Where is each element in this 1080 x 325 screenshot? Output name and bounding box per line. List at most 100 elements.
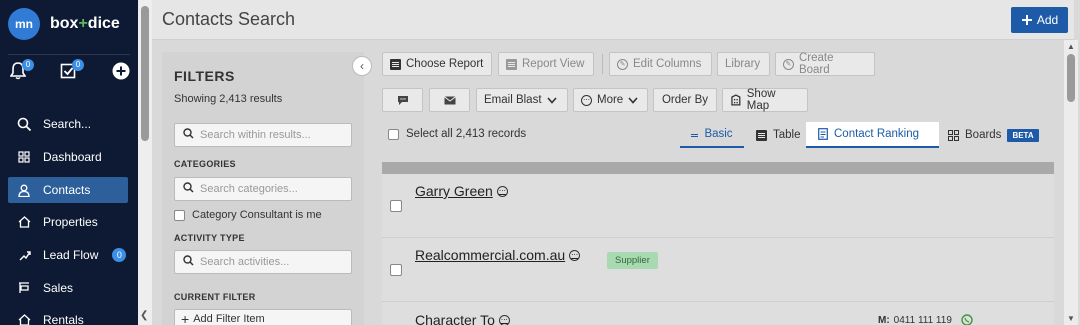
- email-button[interactable]: [429, 88, 470, 112]
- order-by-button[interactable]: Order By: [653, 88, 717, 112]
- main-scroll-thumb[interactable]: [1067, 54, 1075, 102]
- report-icon: [506, 58, 517, 70]
- create-board-label: Create Board: [798, 52, 834, 76]
- nav-actions: 0 0: [8, 59, 132, 86]
- nav-scroll-thumb[interactable]: [141, 6, 149, 141]
- email-blast-label: Email Blast: [484, 94, 542, 106]
- categories-label: CATEGORIES: [174, 159, 236, 169]
- activity-type-label: ACTIVITY TYPE: [174, 233, 245, 243]
- email-blast-dropdown[interactable]: Email Blast: [476, 88, 568, 112]
- contact-row[interactable]: Character To ⋯ M: 0411 111 119: [382, 302, 1054, 325]
- list-header-bar: [382, 162, 1054, 174]
- app-logo[interactable]: mn: [8, 8, 40, 40]
- supplier-tag: Supplier: [607, 252, 658, 269]
- contact-row[interactable]: Realcommercial.com.au ⋯ Supplier: [382, 238, 1054, 302]
- tab-boards[interactable]: Boards BETA: [948, 122, 1039, 148]
- nav-item-dashboard[interactable]: Dashboard: [8, 144, 128, 170]
- nav-item-label: Properties: [43, 215, 98, 229]
- phone-number: 0411 111 119: [893, 315, 952, 325]
- house-icon: [15, 314, 33, 325]
- notifications-button[interactable]: 0: [9, 59, 34, 84]
- activities-search-input[interactable]: Search activities...: [174, 250, 352, 274]
- nav-item-sales[interactable]: Sales: [8, 275, 128, 301]
- chat-bubble-icon: [397, 95, 408, 105]
- sms-button[interactable]: [382, 88, 423, 112]
- checkbox[interactable]: [174, 209, 185, 221]
- more-dots-icon[interactable]: ⋯: [498, 314, 510, 325]
- more-dots-icon: ⋯: [581, 94, 592, 106]
- results-count: Showing 2,413 results: [174, 93, 283, 105]
- tasks-button[interactable]: 0: [60, 59, 84, 84]
- row-checkbox[interactable]: [390, 264, 402, 276]
- phone-type-label: M:: [878, 315, 890, 325]
- tab-basic[interactable]: Basic: [680, 122, 744, 148]
- contact-name[interactable]: Character To: [415, 312, 495, 325]
- toolbar-divider: [602, 54, 603, 74]
- tab-table[interactable]: Table: [756, 122, 801, 148]
- pencil-icon: ✎: [617, 58, 628, 70]
- contact-row[interactable]: Garry Green ⋯: [382, 174, 1054, 238]
- arrow-down-icon[interactable]: ▼: [1067, 314, 1075, 323]
- add-button-label: Add: [1036, 13, 1059, 27]
- nav-item-rentals[interactable]: Rentals: [8, 307, 128, 325]
- nav-item-lead-flow[interactable]: Lead Flow 0: [8, 242, 128, 268]
- add-filter-button[interactable]: + Add Filter Item: [174, 309, 352, 325]
- contact-name[interactable]: Garry Green: [415, 183, 493, 199]
- plus-icon: [1021, 15, 1032, 25]
- consultant-filter-checkbox[interactable]: Category Consultant is me: [174, 209, 322, 221]
- tab-contact-ranking[interactable]: Contact Ranking: [806, 122, 939, 148]
- nav-item-properties[interactable]: Properties: [8, 209, 128, 235]
- filters-title: FILTERS: [174, 68, 235, 84]
- add-button[interactable]: Add: [1011, 7, 1068, 33]
- contact-phone[interactable]: M: 0411 111 119: [878, 315, 952, 325]
- tab-table-label: Table: [773, 129, 801, 141]
- library-label: Library: [725, 58, 761, 70]
- select-all-checkbox[interactable]: Select all 2,413 records: [388, 128, 526, 140]
- show-map-button[interactable]: Show Map: [722, 88, 808, 112]
- activities-search-placeholder: Search activities...: [200, 256, 290, 268]
- nav-item-label: Rentals: [43, 313, 84, 325]
- collapse-filters-button[interactable]: ‹: [352, 56, 372, 76]
- more-dots-icon[interactable]: ⋯: [496, 185, 508, 197]
- consultant-filter-label: Category Consultant is me: [192, 209, 322, 221]
- flow-icon: [15, 249, 33, 262]
- library-button[interactable]: Library: [717, 52, 770, 76]
- pencil-icon: ✎: [783, 58, 794, 70]
- more-label: More: [597, 94, 624, 106]
- chevron-left-icon[interactable]: ❮: [140, 310, 148, 321]
- create-board-button[interactable]: ✎ Create Board: [775, 52, 875, 76]
- search-icon: [183, 255, 194, 269]
- main-scrollbar[interactable]: ▲ ▼: [1064, 40, 1078, 325]
- add-filter-label: Add Filter Item: [193, 313, 265, 325]
- arrow-up-icon[interactable]: ▲: [1067, 42, 1075, 51]
- choose-report-label: Choose Report: [406, 58, 484, 70]
- nav-item-label: Contacts: [43, 183, 91, 197]
- nav-item-label: Search...: [43, 117, 92, 131]
- nav-divider: [8, 54, 130, 55]
- nav-item-contacts[interactable]: Contacts: [8, 177, 128, 203]
- row-checkbox[interactable]: [390, 200, 402, 212]
- edit-columns-button[interactable]: ✎ Edit Columns: [609, 52, 712, 76]
- report-view-label: Report View: [522, 58, 585, 70]
- more-dropdown[interactable]: ⋯ More: [573, 88, 648, 112]
- nav-scrollbar[interactable]: ❮: [138, 0, 152, 325]
- quick-add-button[interactable]: [112, 62, 132, 84]
- contact-name-link[interactable]: Character To ⋯: [415, 312, 510, 325]
- contact-name-link[interactable]: Realcommercial.com.au ⋯: [415, 247, 581, 263]
- edit-columns-label: Edit Columns: [633, 58, 702, 70]
- categories-search-placeholder: Search categories...: [200, 183, 298, 195]
- beta-badge: BETA: [1007, 128, 1039, 142]
- results-search-input[interactable]: Search within results...: [174, 123, 352, 147]
- nav-item-label: Lead Flow: [43, 248, 99, 262]
- page-header: Contacts Search Add: [152, 0, 1074, 40]
- nav-item-search[interactable]: Search...: [8, 111, 128, 137]
- whatsapp-icon[interactable]: [961, 314, 973, 325]
- grid-icon: [15, 151, 33, 163]
- checkbox[interactable]: [388, 128, 399, 140]
- choose-report-button[interactable]: Choose Report: [382, 52, 492, 76]
- categories-search-input[interactable]: Search categories...: [174, 177, 352, 201]
- more-dots-icon[interactable]: ⋯: [569, 249, 581, 261]
- contact-name[interactable]: Realcommercial.com.au: [415, 247, 565, 263]
- contact-name-link[interactable]: Garry Green ⋯: [415, 183, 508, 199]
- report-view-button[interactable]: Report View: [498, 52, 594, 76]
